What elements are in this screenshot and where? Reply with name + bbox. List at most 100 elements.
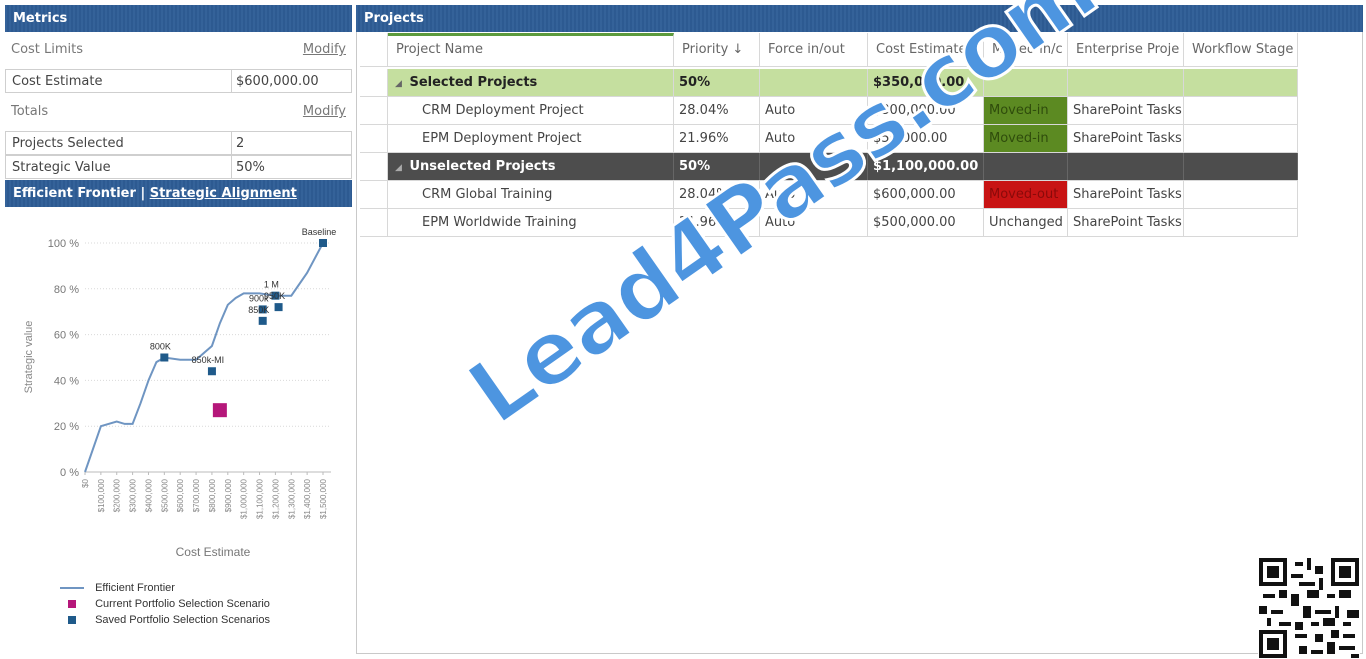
current-scenario-point[interactable]: [212, 403, 227, 418]
group-enterprise: [1068, 69, 1184, 96]
x-tick-label: $1,000,000: [240, 478, 249, 519]
projects-selected-label: Projects Selected: [12, 136, 124, 151]
x-tick-label: $1,500,000: [319, 478, 328, 519]
col-header-row-selector: [360, 33, 388, 67]
enterprise-cell: SharePoint Tasks: [1068, 209, 1184, 236]
col-header-force[interactable]: Force in/out: [760, 33, 868, 67]
cost-limits-modify-link[interactable]: Modify: [303, 42, 346, 57]
col-header-workflow[interactable]: Workflow Stage: [1184, 33, 1298, 67]
saved-scenario-point[interactable]: [319, 239, 327, 247]
projects-selected-value: 2: [231, 132, 244, 154]
cost-cell: $600,000.00: [868, 181, 984, 208]
row-selector: [360, 209, 388, 236]
legend-label-frontier: Efficient Frontier: [95, 582, 175, 594]
collapse-icon[interactable]: ◢: [395, 163, 402, 173]
row-selector: [360, 181, 388, 208]
metrics-header: Metrics: [5, 5, 352, 32]
group-workflow: [1184, 69, 1298, 96]
projects-title: Projects: [364, 11, 424, 26]
priority-cell: 28.04%: [674, 97, 760, 124]
group-enterprise: [1068, 153, 1184, 180]
cost-limits-label: Cost Limits: [11, 42, 84, 57]
enterprise-cell: SharePoint Tasks: [1068, 97, 1184, 124]
line-swatch-icon: [60, 587, 84, 590]
x-tick-label: $1,200,000: [271, 478, 280, 519]
group-priority: 50%: [674, 69, 760, 96]
efficient-frontier-chart: 0 % 20 % 40 % 60 % 80 % 100 % $0 $100,000 $200,0…: [23, 227, 337, 559]
x-tick-label: $0: [81, 478, 90, 487]
workflow-cell: [1184, 209, 1298, 236]
saved-scenario-point[interactable]: [160, 353, 169, 362]
moved-status-cell: Moved-out: [984, 181, 1068, 208]
y-tick-label: 0 %: [60, 467, 79, 479]
moved-status-cell: Unchanged: [984, 209, 1068, 236]
saved-scenario-point[interactable]: [258, 316, 267, 325]
qr-code-icon: [1258, 558, 1360, 658]
square-swatch-icon: [68, 616, 76, 625]
cost-estimate-value: $600,000.00: [231, 70, 319, 92]
scenario-label: 850K: [248, 305, 269, 315]
square-swatch-icon: [68, 600, 76, 609]
col-header-priority[interactable]: Priority ↓: [674, 33, 760, 67]
enterprise-cell: SharePoint Tasks: [1068, 125, 1184, 152]
row-selector: [360, 97, 388, 124]
totals-row: Totals Modify: [5, 100, 352, 124]
scenario-label: 1 M: [264, 280, 279, 290]
tab-efficient-frontier[interactable]: Efficient Frontier: [13, 186, 136, 201]
y-tick-label: 60 %: [54, 330, 79, 342]
project-name-cell: EPM Deployment Project: [388, 125, 674, 152]
x-tick-label: $100,000: [97, 478, 106, 512]
x-axis-title: Cost Estimate: [176, 545, 251, 559]
legend-label-saved: Saved Portfolio Selection Scenarios: [95, 614, 270, 626]
legend-item-frontier: Efficient Frontier: [60, 582, 270, 598]
metrics-title: Metrics: [13, 11, 68, 26]
workflow-cell: [1184, 97, 1298, 124]
legend-item-current: Current Portfolio Selection Scenario: [60, 598, 270, 614]
group-name-cell: ◢ Selected Projects: [388, 69, 674, 96]
x-tick-label: $400,000: [144, 478, 153, 512]
x-tick-label: $500,000: [160, 478, 169, 512]
project-name-cell: CRM Global Training: [388, 181, 674, 208]
x-tick-label: $1,400,000: [303, 478, 312, 519]
x-tick-label: $1,100,000: [256, 478, 265, 519]
scenario-label: 800K: [150, 342, 171, 352]
projects-selected-row: Projects Selected 2: [5, 131, 352, 155]
moved-status-cell: Moved-in: [984, 125, 1068, 152]
x-tick-label: $300,000: [129, 478, 138, 512]
group-row-selected[interactable]: ◢ Selected Projects 50% $350,000.00: [360, 69, 1298, 97]
enterprise-cell: SharePoint Tasks: [1068, 181, 1184, 208]
group-name: Selected Projects: [409, 75, 538, 90]
cost-estimate-row: Cost Estimate $600,000.00: [5, 69, 352, 93]
tab-separator: |: [140, 186, 146, 201]
col-header-project-name[interactable]: Project Name: [388, 33, 674, 67]
cost-limits-row: Cost Limits Modify: [5, 38, 352, 62]
collapse-icon[interactable]: ◢: [395, 79, 402, 89]
tab-strategic-alignment[interactable]: Strategic Alignment: [150, 186, 297, 201]
strategic-value-row: Strategic Value 50%: [5, 155, 352, 179]
cost-estimate-label: Cost Estimate: [12, 74, 103, 89]
x-tick-label: $800,000: [208, 478, 217, 512]
y-tick-label: 20 %: [54, 421, 79, 433]
y-tick-label: 80 %: [54, 284, 79, 296]
project-name-cell: CRM Deployment Project: [388, 97, 674, 124]
saved-scenario-point[interactable]: [274, 303, 283, 312]
group-moved: [984, 153, 1068, 180]
y-axis-title: Strategic value: [23, 321, 35, 394]
group-workflow: [1184, 153, 1298, 180]
group-name: Unselected Projects: [409, 159, 556, 174]
y-tick-label: 40 %: [54, 375, 79, 387]
workflow-cell: [1184, 125, 1298, 152]
totals-modify-link[interactable]: Modify: [303, 104, 346, 119]
workflow-cell: [1184, 181, 1298, 208]
x-tick-label: $700,000: [192, 478, 201, 512]
legend-label-current: Current Portfolio Selection Scenario: [95, 598, 270, 610]
chart-legend: Efficient Frontier Current Portfolio Sel…: [60, 582, 270, 630]
saved-scenario-point[interactable]: [207, 367, 216, 376]
y-tick-label: 100 %: [48, 238, 79, 250]
scenario-label: Baseline: [302, 227, 337, 237]
strategic-value-label: Strategic Value: [12, 160, 111, 175]
row-selector: [360, 69, 388, 96]
x-tick-label: $200,000: [113, 478, 122, 512]
totals-label: Totals: [11, 104, 49, 119]
cost-cell: $500,000.00: [868, 209, 984, 236]
